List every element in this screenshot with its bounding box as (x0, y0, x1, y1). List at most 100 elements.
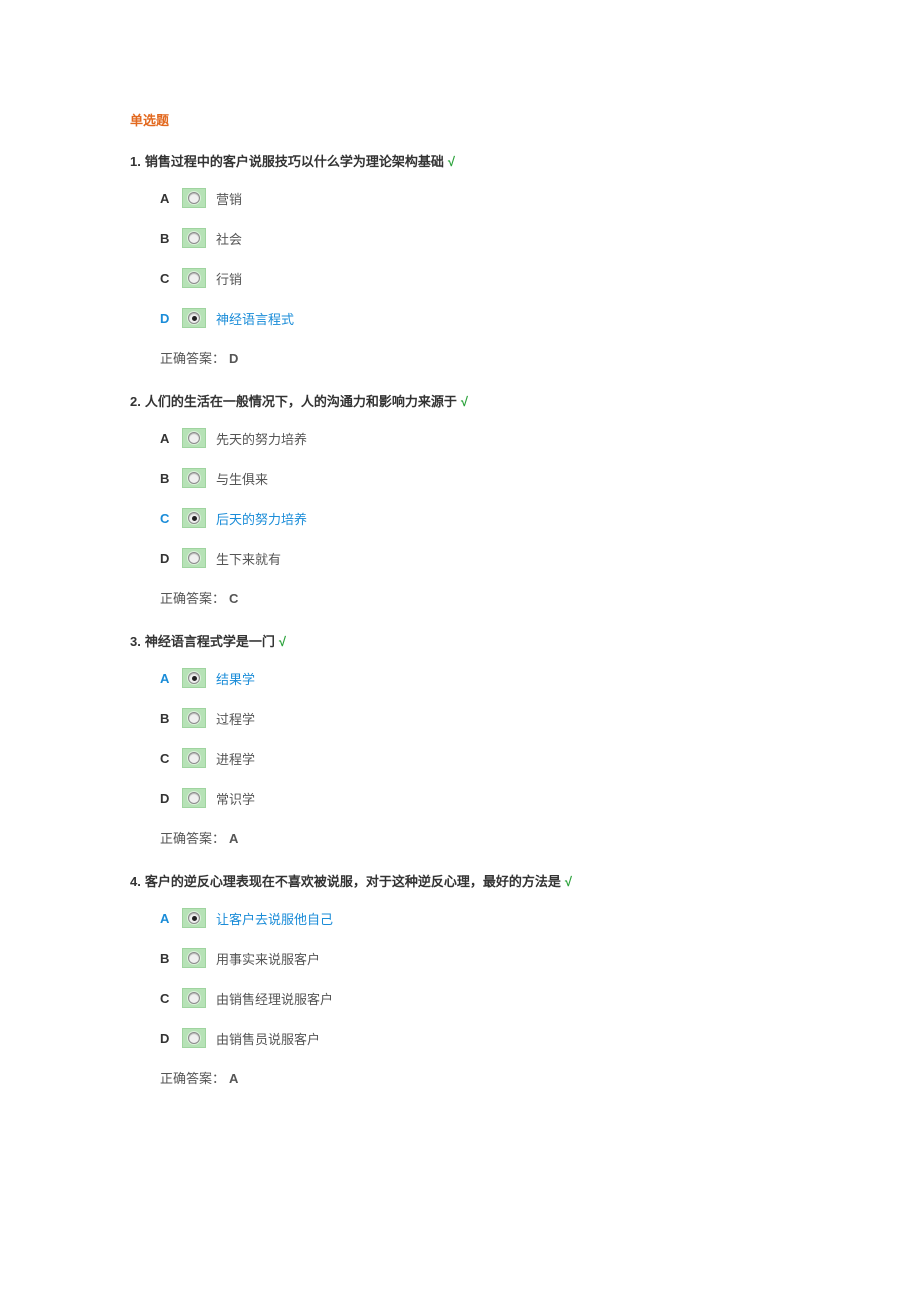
option-row[interactable]: B 与生俱来 (160, 468, 920, 488)
radio-icon (188, 232, 200, 244)
option-row[interactable]: C 进程学 (160, 748, 920, 768)
radio-button[interactable] (182, 228, 206, 248)
option-letter: D (160, 791, 176, 806)
radio-button[interactable] (182, 948, 206, 968)
option-letter: B (160, 231, 176, 246)
radio-button[interactable] (182, 748, 206, 768)
radio-icon (188, 472, 200, 484)
answer-value: C (229, 591, 238, 606)
option-row[interactable]: D 由销售员说服客户 (160, 1028, 920, 1048)
radio-button[interactable] (182, 308, 206, 328)
radio-icon (188, 192, 200, 204)
option-letter: A (160, 911, 176, 926)
option-row[interactable]: A 让客户去说服他自己 (160, 908, 920, 928)
answer-label: 正确答案： (160, 351, 225, 366)
option-text: 社会 (216, 229, 242, 248)
option-row[interactable]: C行销 (160, 268, 920, 288)
option-text: 营销 (216, 189, 242, 208)
question-line: 1.销售过程中的客户说服技巧以什么学为理论架构基础√ (130, 151, 920, 170)
radio-button[interactable] (182, 508, 206, 528)
option-row[interactable]: B用事实来说服客户 (160, 948, 920, 968)
radio-icon (188, 672, 200, 684)
option-letter: D (160, 1031, 176, 1046)
question: 4.客户的逆反心理表现在不喜欢被说服，对于这种逆反心理，最好的方法是√A让客户去… (130, 871, 920, 1087)
question-text: 销售过程中的客户说服技巧以什么学为理论架构基础 (145, 154, 444, 169)
radio-button[interactable] (182, 268, 206, 288)
check-icon: √ (565, 874, 572, 889)
radio-icon (188, 512, 200, 524)
option-text: 与生俱来 (216, 469, 268, 488)
option-letter: C (160, 751, 176, 766)
radio-button[interactable] (182, 428, 206, 448)
question-list: 1.销售过程中的客户说服技巧以什么学为理论架构基础√A营销B社会C行销D神经语言… (130, 151, 920, 1087)
radio-dot-icon (192, 316, 197, 321)
answer-label: 正确答案： (160, 831, 225, 846)
check-icon: √ (279, 634, 286, 649)
radio-icon (188, 792, 200, 804)
option-text: 先天的努力培养 (216, 429, 307, 448)
option-row[interactable]: C 由销售经理说服客户 (160, 988, 920, 1008)
answer-value: D (229, 351, 238, 366)
radio-button[interactable] (182, 668, 206, 688)
answer-line: 正确答案： A (130, 1068, 920, 1087)
option-row[interactable]: A 先天的努力培养 (160, 428, 920, 448)
radio-button[interactable] (182, 548, 206, 568)
option-letter: A (160, 191, 176, 206)
option-letter: D (160, 311, 176, 326)
answer-line: 正确答案： D (130, 348, 920, 367)
option-letter: A (160, 671, 176, 686)
radio-dot-icon (192, 676, 197, 681)
section-title: 单选题 (130, 110, 920, 129)
option-row[interactable]: B 社会 (160, 228, 920, 248)
radio-button[interactable] (182, 188, 206, 208)
radio-icon (188, 992, 200, 1004)
question-number: 3. (130, 634, 141, 649)
option-row[interactable]: D 常识学 (160, 788, 920, 808)
answer-value: A (229, 1071, 238, 1086)
radio-button[interactable] (182, 908, 206, 928)
option-text: 结果学 (216, 669, 255, 688)
option-row[interactable]: D 神经语言程式 (160, 308, 920, 328)
answer-value: A (229, 831, 238, 846)
answer-label: 正确答案： (160, 1071, 225, 1086)
option-letter: C (160, 271, 176, 286)
option-letter: B (160, 951, 176, 966)
option-text: 神经语言程式 (216, 309, 294, 328)
option-text: 由销售经理说服客户 (216, 989, 333, 1008)
question-text: 人们的生活在一般情况下，人的沟通力和影响力来源于 (145, 394, 457, 409)
option-row[interactable]: D 生下来就有 (160, 548, 920, 568)
question-number: 4. (130, 874, 141, 889)
question-line: 2.人们的生活在一般情况下，人的沟通力和影响力来源于√ (130, 391, 920, 410)
option-row[interactable]: A 结果学 (160, 668, 920, 688)
radio-button[interactable] (182, 988, 206, 1008)
radio-icon (188, 552, 200, 564)
radio-icon (188, 712, 200, 724)
radio-button[interactable] (182, 1028, 206, 1048)
radio-button[interactable] (182, 468, 206, 488)
option-letter: A (160, 431, 176, 446)
option-letter: C (160, 991, 176, 1006)
option-text: 进程学 (216, 749, 255, 768)
radio-button[interactable] (182, 708, 206, 728)
option-letter: D (160, 551, 176, 566)
check-icon: √ (448, 154, 455, 169)
radio-button[interactable] (182, 788, 206, 808)
option-text: 后天的努力培养 (216, 509, 307, 528)
option-text: 生下来就有 (216, 549, 281, 568)
question: 3.神经语言程式学是一门√A结果学B过程学C进程学D常识学正确答案：A (130, 631, 920, 847)
option-text: 由销售员说服客户 (216, 1029, 320, 1048)
radio-icon (188, 272, 200, 284)
option-row[interactable]: A 营销 (160, 188, 920, 208)
option-list: A 营销 B 社会 C行销 D 神经语言程式 (130, 188, 920, 328)
answer-line: 正确答案：C (130, 588, 920, 607)
question: 2.人们的生活在一般情况下，人的沟通力和影响力来源于√ A 先天的努力培养 B 与生俱来… (130, 391, 920, 607)
radio-dot-icon (192, 516, 197, 521)
option-text: 常识学 (216, 789, 255, 808)
radio-icon (188, 952, 200, 964)
option-letter: B (160, 711, 176, 726)
option-row[interactable]: B过程学 (160, 708, 920, 728)
option-letter: B (160, 471, 176, 486)
option-list: A 让客户去说服他自己 B用事实来说服客户 C 由销售经理说服客户 D 由销售员说服客户 (130, 908, 920, 1048)
option-text: 让客户去说服他自己 (216, 909, 333, 928)
option-row[interactable]: C后天的努力培养 (160, 508, 920, 528)
